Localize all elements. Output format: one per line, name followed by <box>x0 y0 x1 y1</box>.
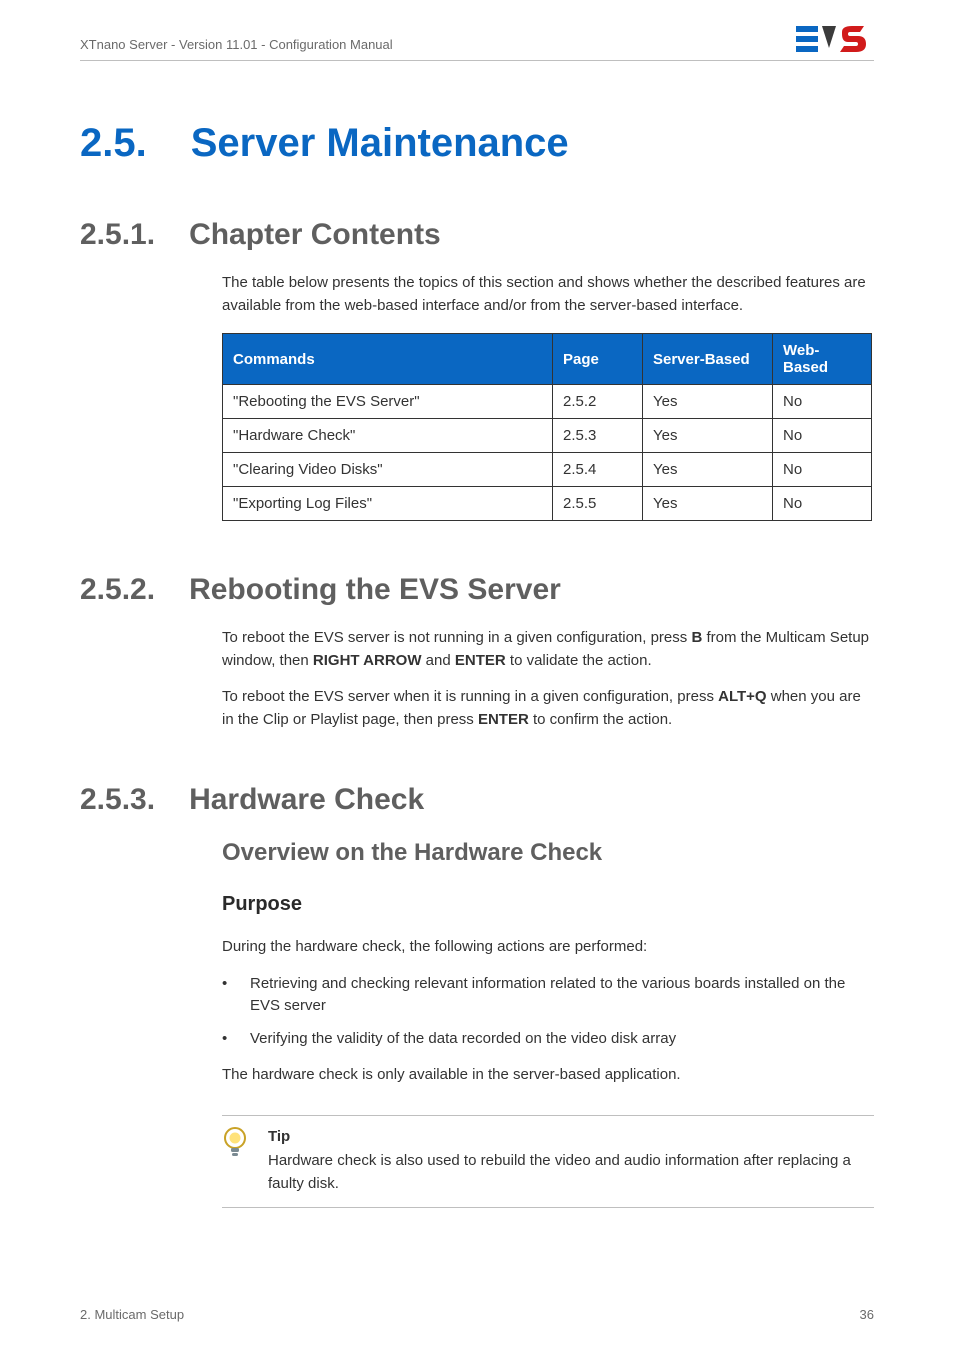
bullet-icon: • <box>222 973 232 1018</box>
cell-web: No <box>773 453 872 487</box>
cell-web: No <box>773 419 872 453</box>
lightbulb-icon <box>222 1126 250 1196</box>
paragraph: To reboot the EVS server is not running … <box>222 627 874 672</box>
list-item: • Retrieving and checking relevant infor… <box>222 973 874 1018</box>
cell-web: No <box>773 487 872 521</box>
tip-body-text: Hardware check is also used to rebuild t… <box>268 1152 851 1192</box>
list-text: Verifying the validity of the data recor… <box>250 1028 874 1051</box>
header-doc-title: XTnano Server - Version 11.01 - Configur… <box>80 37 393 52</box>
cell-server: Yes <box>643 487 773 521</box>
evs-logo-icon <box>796 26 866 52</box>
table-header-row: Commands Page Server-Based Web-Based <box>223 334 872 385</box>
text: To reboot the EVS server is not running … <box>222 629 691 646</box>
list-item: • Verifying the validity of the data rec… <box>222 1028 874 1051</box>
cell-command: "Clearing Video Disks" <box>223 453 553 487</box>
list-text: Retrieving and checking relevant informa… <box>250 973 874 1018</box>
subsection-heading-253: 2.5.3. Hardware Check <box>80 783 874 817</box>
key-alt-q: ALT+Q <box>718 688 766 705</box>
section-title: Server Maintenance <box>191 121 569 166</box>
page-footer: 2. Multicam Setup 36 <box>80 1307 874 1322</box>
footer-section: 2. Multicam Setup <box>80 1307 184 1322</box>
key-b: B <box>691 629 702 646</box>
text: to confirm the action. <box>529 711 672 728</box>
col-server-based: Server-Based <box>643 334 773 385</box>
cell-command: "Hardware Check" <box>223 419 553 453</box>
purpose-heading: Purpose <box>222 893 874 916</box>
commands-table: Commands Page Server-Based Web-Based "Re… <box>222 333 872 521</box>
cell-command: "Exporting Log Files" <box>223 487 553 521</box>
subsection-number: 2.5.1. <box>80 218 155 252</box>
text: and <box>422 652 455 669</box>
subsection-title: Hardware Check <box>189 783 424 817</box>
cell-page: 2.5.4 <box>553 453 643 487</box>
tip-callout: Tip Hardware check is also used to rebui… <box>222 1115 874 1209</box>
footer-page-number: 36 <box>860 1307 874 1322</box>
table-row: "Clearing Video Disks" 2.5.4 Yes No <box>223 453 872 487</box>
paragraph: During the hardware check, the following… <box>222 936 874 959</box>
table-row: "Rebooting the EVS Server" 2.5.2 Yes No <box>223 385 872 419</box>
tip-title: Tip <box>268 1126 874 1149</box>
subsection-number: 2.5.2. <box>80 573 155 607</box>
text: to validate the action. <box>506 652 652 669</box>
cell-page: 2.5.2 <box>553 385 643 419</box>
page-header: XTnano Server - Version 11.01 - Configur… <box>0 0 954 52</box>
cell-server: Yes <box>643 419 773 453</box>
col-web-based: Web-Based <box>773 334 872 385</box>
table-row: "Exporting Log Files" 2.5.5 Yes No <box>223 487 872 521</box>
key-enter: ENTER <box>455 652 506 669</box>
paragraph: To reboot the EVS server when it is runn… <box>222 686 874 731</box>
key-right-arrow: RIGHT ARROW <box>313 652 422 669</box>
section-number: 2.5. <box>80 121 147 166</box>
bullet-icon: • <box>222 1028 232 1051</box>
header-divider <box>80 60 874 61</box>
tip-bottom-divider <box>222 1207 874 1208</box>
subsection-heading-251: 2.5.1. Chapter Contents <box>80 218 874 252</box>
intro-paragraph: The table below presents the topics of t… <box>222 272 874 317</box>
cell-page: 2.5.3 <box>553 419 643 453</box>
col-commands: Commands <box>223 334 553 385</box>
cell-page: 2.5.5 <box>553 487 643 521</box>
col-page: Page <box>553 334 643 385</box>
section-heading: 2.5. Server Maintenance <box>80 121 874 166</box>
cell-server: Yes <box>643 385 773 419</box>
text: To reboot the EVS server when it is runn… <box>222 688 718 705</box>
cell-web: No <box>773 385 872 419</box>
key-enter: ENTER <box>478 711 529 728</box>
overview-heading: Overview on the Hardware Check <box>222 839 874 867</box>
subsection-heading-252: 2.5.2. Rebooting the EVS Server <box>80 573 874 607</box>
bullet-list: • Retrieving and checking relevant infor… <box>222 973 874 1051</box>
cell-server: Yes <box>643 453 773 487</box>
cell-command: "Rebooting the EVS Server" <box>223 385 553 419</box>
brand-logo <box>796 26 874 52</box>
tip-content: Tip Hardware check is also used to rebui… <box>268 1126 874 1196</box>
table-row: "Hardware Check" 2.5.3 Yes No <box>223 419 872 453</box>
subsection-number: 2.5.3. <box>80 783 155 817</box>
subsection-title: Chapter Contents <box>189 218 441 252</box>
paragraph: The hardware check is only available in … <box>222 1064 874 1087</box>
subsection-title: Rebooting the EVS Server <box>189 573 561 607</box>
